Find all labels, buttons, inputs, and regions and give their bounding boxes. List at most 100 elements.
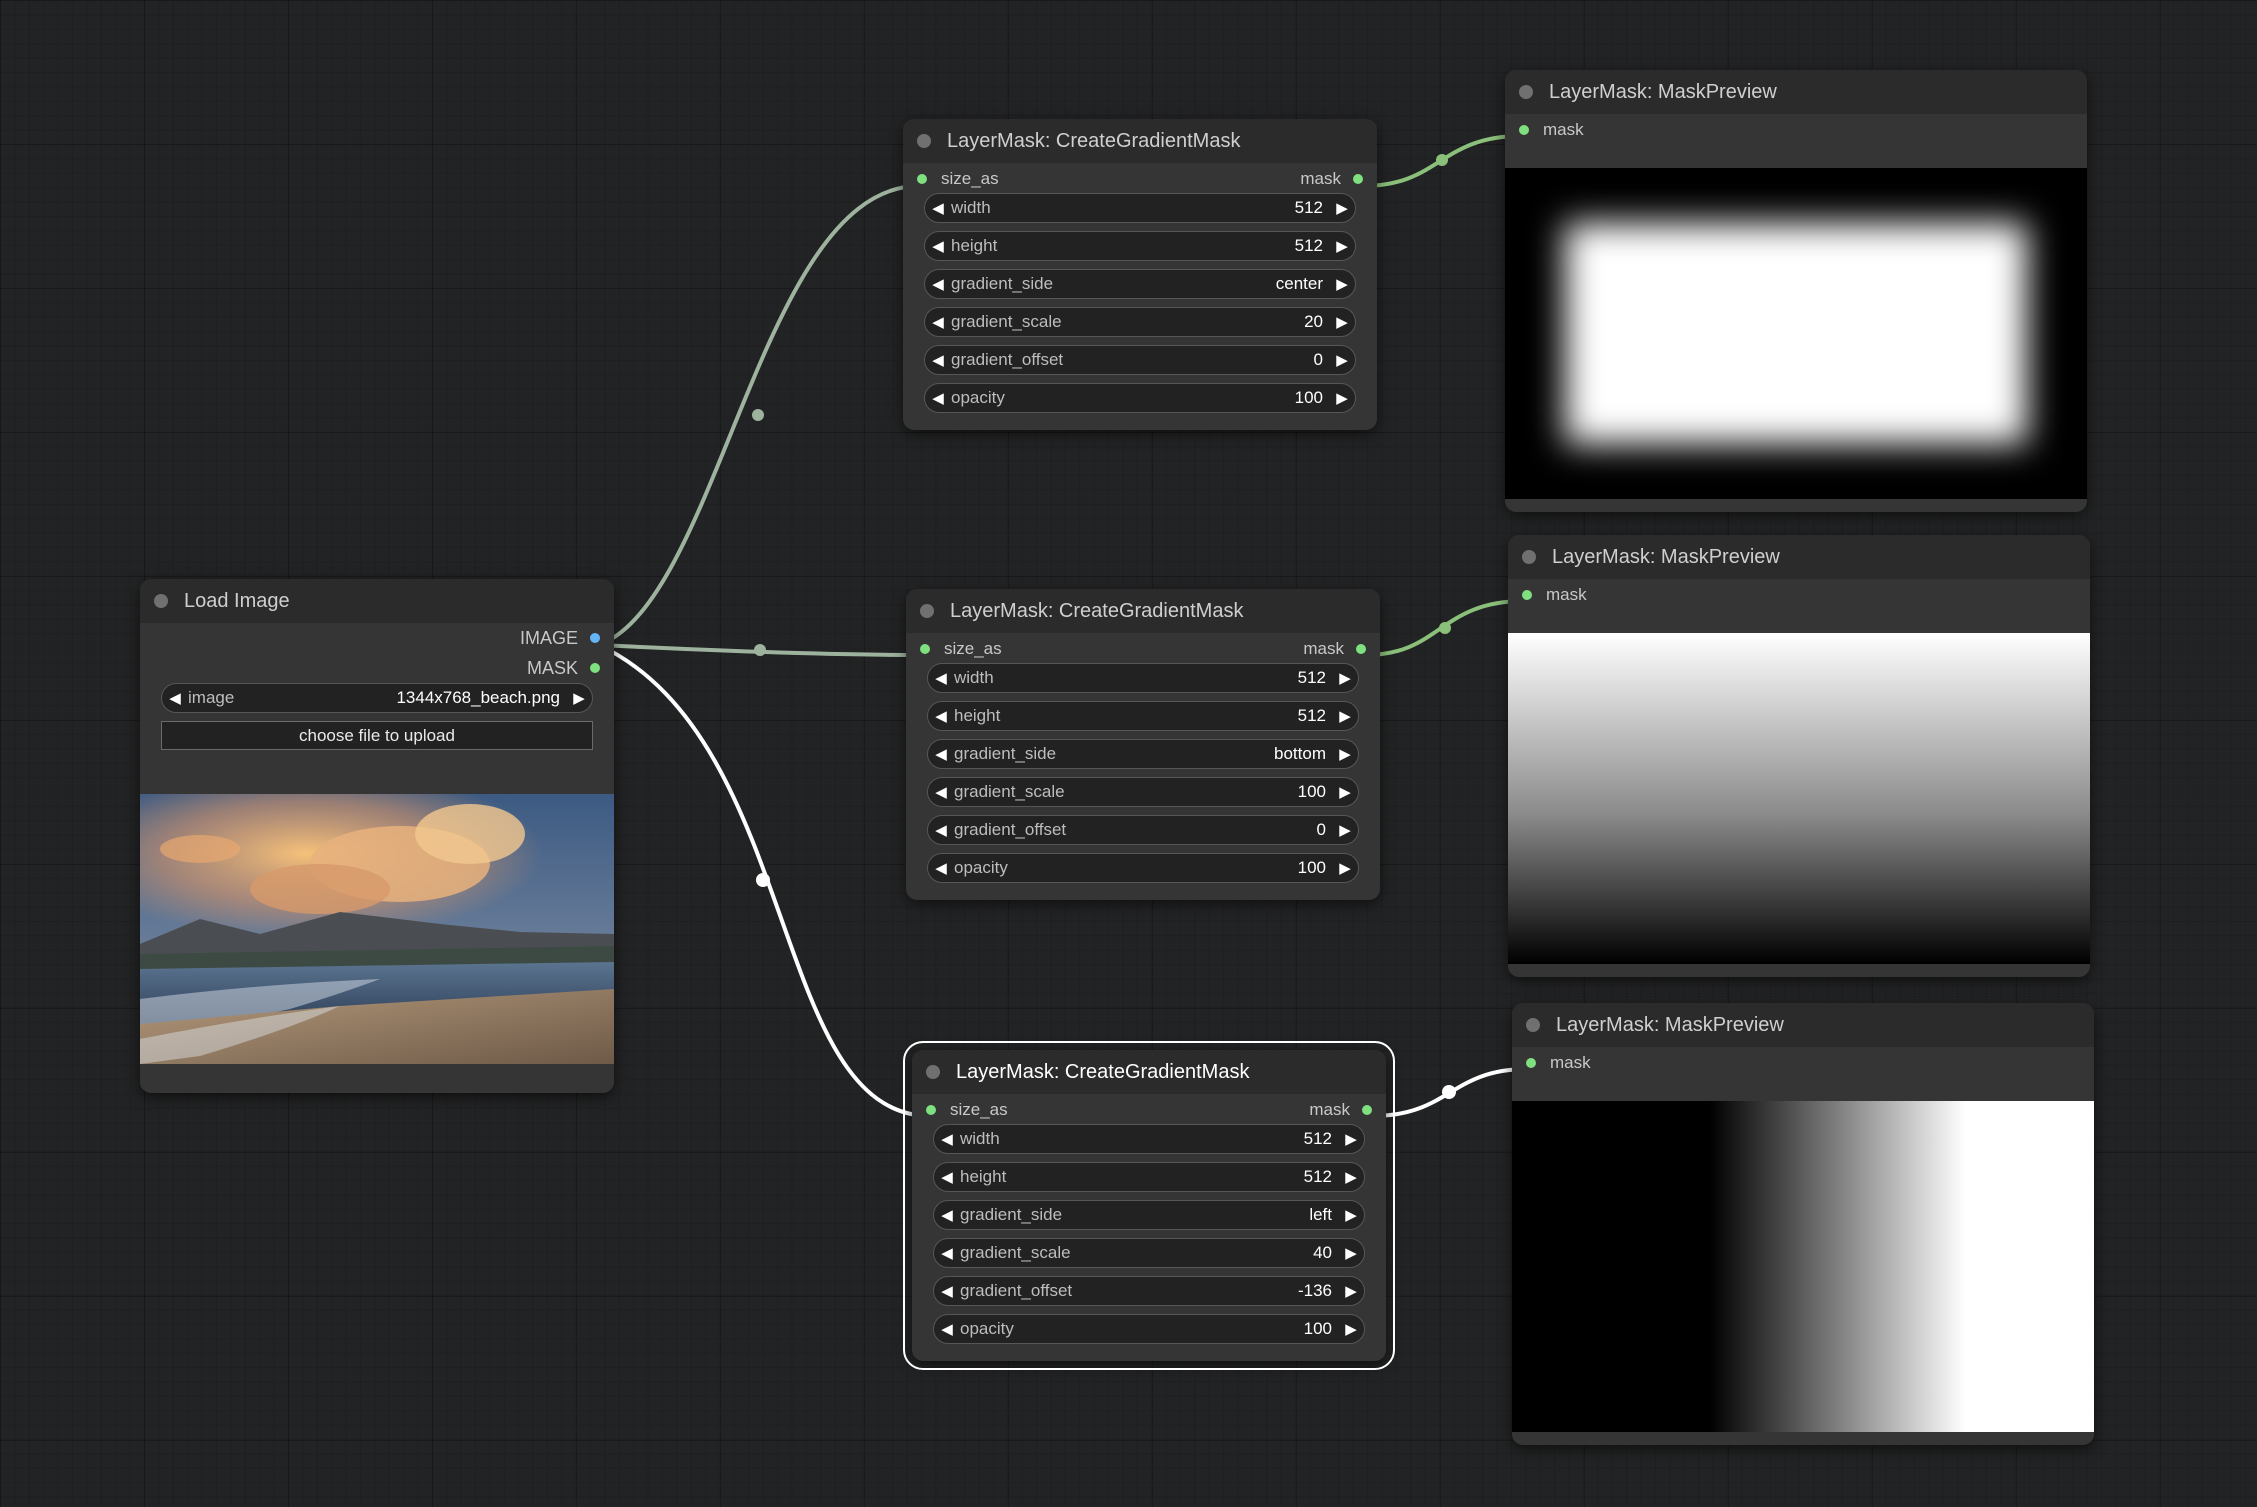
link-midpoint-3[interactable] <box>756 873 770 887</box>
gradient-mask-node-3[interactable]: LayerMask: CreateGradientMask size_as ma… <box>903 1041 1395 1370</box>
link-midpoint-6[interactable] <box>1442 1085 1456 1099</box>
node-status-dot-icon[interactable] <box>1519 85 1533 99</box>
upload-button[interactable]: choose file to upload <box>161 721 593 750</box>
gradient-mask-node-1[interactable]: LayerMask: CreateGradientMask size_as ma… <box>903 119 1377 430</box>
input-slot-dot-icon[interactable] <box>1526 1058 1536 1068</box>
widget-width[interactable]: ◀ width 512 ▶ <box>933 1124 1365 1154</box>
increment-arrow-icon[interactable]: ▶ <box>1332 821 1358 839</box>
widget-gradient-offset[interactable]: ◀ gradient_offset 0 ▶ <box>927 815 1359 845</box>
output-slot-image[interactable]: IMAGE <box>140 623 614 653</box>
node-title-bar[interactable]: LayerMask: CreateGradientMask <box>903 119 1377 163</box>
widget-opacity[interactable]: ◀ opacity 100 ▶ <box>924 383 1356 413</box>
decrement-arrow-icon[interactable]: ◀ <box>934 1130 960 1148</box>
output-slot-dot-icon[interactable] <box>1356 644 1366 654</box>
increment-arrow-icon[interactable]: ▶ <box>1338 1130 1364 1148</box>
output-slot-mask[interactable]: mask <box>1309 1100 1372 1120</box>
increment-arrow-icon[interactable]: ▶ <box>1329 237 1355 255</box>
node-status-dot-icon[interactable] <box>1526 1018 1540 1032</box>
decrement-arrow-icon[interactable]: ◀ <box>928 859 954 877</box>
input-slot-size-as[interactable]: size_as <box>920 639 1002 659</box>
widget-height[interactable]: ◀ height 512 ▶ <box>924 231 1356 261</box>
decrement-arrow-icon[interactable]: ◀ <box>928 745 954 763</box>
decrement-arrow-icon[interactable]: ◀ <box>934 1320 960 1338</box>
increment-arrow-icon[interactable]: ▶ <box>1329 389 1355 407</box>
node-status-dot-icon[interactable] <box>154 594 168 608</box>
increment-arrow-icon[interactable]: ▶ <box>1329 351 1355 369</box>
increment-arrow-icon[interactable]: ▶ <box>1332 783 1358 801</box>
increment-arrow-icon[interactable]: ▶ <box>1338 1282 1364 1300</box>
widget-width[interactable]: ◀ width 512 ▶ <box>924 193 1356 223</box>
mask-preview-node-2[interactable]: LayerMask: MaskPreview mask <box>1508 535 2090 977</box>
link-midpoint-1[interactable] <box>752 409 764 421</box>
node-title-bar[interactable]: LayerMask: CreateGradientMask <box>912 1050 1386 1094</box>
node-status-dot-icon[interactable] <box>1522 550 1536 564</box>
increment-arrow-icon[interactable]: ▶ <box>1332 707 1358 725</box>
mask-slot-dot-icon[interactable] <box>590 663 600 673</box>
widget-gradient-scale[interactable]: ◀ gradient_scale 100 ▶ <box>927 777 1359 807</box>
decrement-arrow-icon[interactable]: ◀ <box>934 1168 960 1186</box>
link-midpoint-2[interactable] <box>754 644 766 656</box>
increment-arrow-icon[interactable]: ▶ <box>1332 669 1358 687</box>
decrement-arrow-icon[interactable]: ◀ <box>925 351 951 369</box>
widget-gradient-scale[interactable]: ◀ gradient_scale 20 ▶ <box>924 307 1356 337</box>
decrement-arrow-icon[interactable]: ◀ <box>928 821 954 839</box>
node-status-dot-icon[interactable] <box>920 604 934 618</box>
widget-height[interactable]: ◀ height 512 ▶ <box>933 1162 1365 1192</box>
link-midpoint-4[interactable] <box>1436 154 1448 166</box>
node-title-bar[interactable]: LayerMask: MaskPreview <box>1508 535 2090 579</box>
link-midpoint-5[interactable] <box>1439 622 1451 634</box>
widget-width[interactable]: ◀ width 512 ▶ <box>927 663 1359 693</box>
input-slot-dot-icon[interactable] <box>1522 590 1532 600</box>
node-title-bar[interactable]: LayerMask: MaskPreview <box>1505 70 2087 114</box>
widget-gradient-side[interactable]: ◀ gradient_side bottom ▶ <box>927 739 1359 769</box>
input-slot-dot-icon[interactable] <box>917 174 927 184</box>
decrement-arrow-icon[interactable]: ◀ <box>925 313 951 331</box>
decrement-arrow-icon[interactable]: ◀ <box>928 707 954 725</box>
mask-preview-node-1[interactable]: LayerMask: MaskPreview mask <box>1505 70 2087 512</box>
decrement-arrow-icon[interactable]: ◀ <box>928 783 954 801</box>
input-slot-dot-icon[interactable] <box>920 644 930 654</box>
node-title-bar[interactable]: Load Image <box>140 579 614 623</box>
output-slot-dot-icon[interactable] <box>1353 174 1363 184</box>
widget-gradient-side[interactable]: ◀ gradient_side left ▶ <box>933 1200 1365 1230</box>
output-slot-mask[interactable]: mask <box>1300 169 1363 189</box>
output-slot-mask[interactable]: mask <box>1303 639 1366 659</box>
decrement-arrow-icon[interactable]: ◀ <box>934 1206 960 1224</box>
widget-gradient-side[interactable]: ◀ gradient_side center ▶ <box>924 269 1356 299</box>
decrement-arrow-icon[interactable]: ◀ <box>934 1282 960 1300</box>
increment-arrow-icon[interactable]: ▶ <box>1338 1244 1364 1262</box>
decrement-arrow-icon[interactable]: ◀ <box>925 275 951 293</box>
increment-arrow-icon[interactable]: ▶ <box>566 689 592 707</box>
decrement-arrow-icon[interactable]: ◀ <box>925 237 951 255</box>
image-combo-widget[interactable]: ◀ image 1344x768_beach.png ▶ <box>161 683 593 713</box>
increment-arrow-icon[interactable]: ▶ <box>1338 1320 1364 1338</box>
widget-gradient-offset[interactable]: ◀ gradient_offset -136 ▶ <box>933 1276 1365 1306</box>
image-slot-dot-icon[interactable] <box>590 633 600 643</box>
widget-height[interactable]: ◀ height 512 ▶ <box>927 701 1359 731</box>
increment-arrow-icon[interactable]: ▶ <box>1338 1168 1364 1186</box>
decrement-arrow-icon[interactable]: ◀ <box>162 689 188 707</box>
load-image-node[interactable]: Load Image IMAGE MASK ◀ image 1344x768_b… <box>140 579 614 1093</box>
gradient-mask-node-2[interactable]: LayerMask: CreateGradientMask size_as ma… <box>906 589 1380 900</box>
increment-arrow-icon[interactable]: ▶ <box>1329 313 1355 331</box>
input-slot-dot-icon[interactable] <box>926 1105 936 1115</box>
input-slot-size-as[interactable]: size_as <box>917 169 999 189</box>
decrement-arrow-icon[interactable]: ◀ <box>925 199 951 217</box>
input-slot-size-as[interactable]: size_as <box>926 1100 1008 1120</box>
input-slot-mask[interactable]: mask <box>1526 1053 1591 1073</box>
increment-arrow-icon[interactable]: ▶ <box>1329 275 1355 293</box>
decrement-arrow-icon[interactable]: ◀ <box>928 669 954 687</box>
increment-arrow-icon[interactable]: ▶ <box>1332 859 1358 877</box>
node-title-bar[interactable]: LayerMask: MaskPreview <box>1512 1003 2094 1047</box>
increment-arrow-icon[interactable]: ▶ <box>1338 1206 1364 1224</box>
node-title-bar[interactable]: LayerMask: CreateGradientMask <box>906 589 1380 633</box>
widget-opacity[interactable]: ◀ opacity 100 ▶ <box>933 1314 1365 1344</box>
decrement-arrow-icon[interactable]: ◀ <box>925 389 951 407</box>
widget-gradient-scale[interactable]: ◀ gradient_scale 40 ▶ <box>933 1238 1365 1268</box>
input-slot-mask[interactable]: mask <box>1519 120 1584 140</box>
mask-preview-node-3[interactable]: LayerMask: MaskPreview mask <box>1512 1003 2094 1445</box>
decrement-arrow-icon[interactable]: ◀ <box>934 1244 960 1262</box>
node-status-dot-icon[interactable] <box>926 1065 940 1079</box>
input-slot-mask[interactable]: mask <box>1522 585 1587 605</box>
widget-opacity[interactable]: ◀ opacity 100 ▶ <box>927 853 1359 883</box>
